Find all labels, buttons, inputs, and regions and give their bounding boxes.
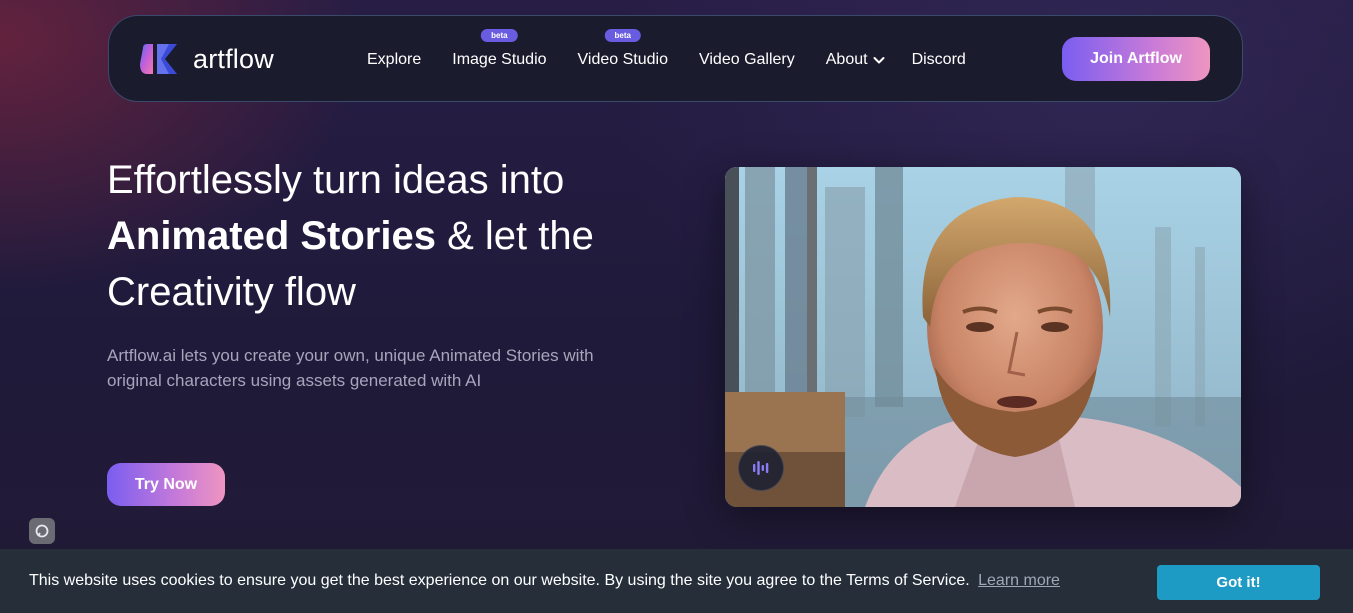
- nav-item-video-gallery[interactable]: Video Gallery: [699, 51, 795, 69]
- join-artflow-button[interactable]: Join Artflow: [1062, 37, 1210, 81]
- audio-toggle-button[interactable]: [738, 445, 784, 491]
- beta-badge: beta: [604, 28, 641, 42]
- top-navigation: artflow Explore beta Image Studio beta V…: [108, 15, 1243, 102]
- audio-wave-icon: [753, 461, 769, 475]
- hero-headline: Effortlessly turn ideas into Animated St…: [107, 152, 667, 320]
- headline-line-3: Creativity flow: [107, 270, 356, 314]
- nav-item-image-studio[interactable]: beta Image Studio: [452, 28, 547, 69]
- try-now-button[interactable]: Try Now: [107, 463, 225, 506]
- headline-line-2-rest: & let the: [435, 214, 594, 258]
- nav-item-explore[interactable]: Explore: [367, 51, 421, 69]
- brand-logo[interactable]: artflow: [139, 42, 274, 76]
- video-frame: [725, 167, 1241, 507]
- artflow-logo-icon: [140, 44, 177, 74]
- brand-name: artflow: [193, 43, 274, 74]
- nav-menu: Explore beta Image Studio beta Video Stu…: [367, 16, 997, 103]
- hero-description: Artflow.ai lets you create your own, uni…: [107, 346, 594, 390]
- nav-item-label: Discord: [911, 50, 966, 68]
- headline-highlight: Animated Stories: [107, 214, 436, 258]
- headline-line-1: Effortlessly turn ideas into: [107, 158, 565, 202]
- cookie-message: This website uses cookies to ensure you …: [29, 572, 1060, 590]
- chat-widget-button[interactable]: [29, 518, 55, 544]
- nav-item-label: Video Gallery: [698, 50, 795, 68]
- nav-item-label: Explore: [367, 50, 422, 68]
- chat-bubble-icon: [35, 524, 49, 538]
- nav-item-about[interactable]: About: [826, 51, 885, 69]
- chevron-down-icon: [873, 56, 885, 63]
- nav-item-video-studio[interactable]: beta Video Studio: [577, 28, 668, 69]
- cookie-text: This website uses cookies to ensure you …: [29, 572, 970, 589]
- nav-item-label: Video Studio: [577, 50, 668, 68]
- nav-item-label: About: [825, 50, 868, 68]
- beta-badge: beta: [481, 28, 518, 42]
- cookie-accept-button[interactable]: Got it!: [1157, 565, 1320, 600]
- nav-item-discord[interactable]: Discord: [912, 51, 966, 69]
- learn-more-link[interactable]: Learn more: [978, 572, 1060, 589]
- cookie-banner: This website uses cookies to ensure you …: [0, 549, 1353, 613]
- nav-item-label: Image Studio: [452, 50, 547, 68]
- hero-video-player[interactable]: [725, 167, 1241, 507]
